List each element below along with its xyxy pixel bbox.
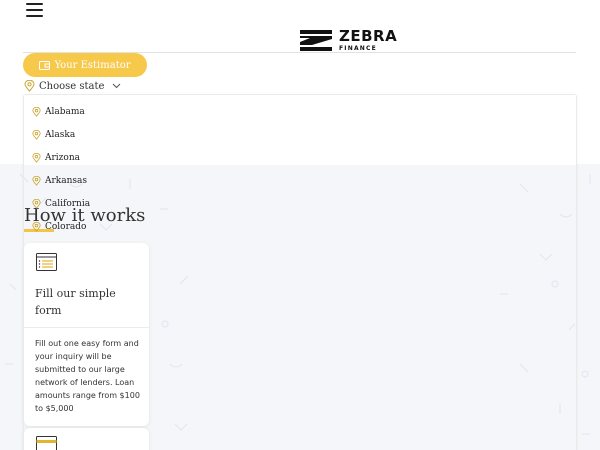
state-option-label: Colorado: [45, 222, 87, 232]
location-pin-icon: [32, 176, 41, 186]
state-option-alaska[interactable]: Alaska: [32, 127, 75, 143]
state-option-label: Alaska: [45, 130, 76, 140]
state-option-california[interactable]: California: [32, 196, 90, 212]
zebra-logo-mark-icon: [300, 30, 332, 51]
state-option-label: Alabama: [45, 107, 85, 117]
state-dropdown: [23, 94, 577, 450]
hamburger-menu-icon[interactable]: [26, 3, 43, 17]
state-option-arkansas[interactable]: Arkansas: [32, 173, 87, 189]
choose-state-label: Choose state: [39, 80, 105, 92]
state-option-alabama[interactable]: Alabama: [32, 104, 85, 120]
location-pin-icon: [32, 153, 41, 163]
chevron-down-icon: [113, 83, 121, 89]
choose-state-select[interactable]: Choose state: [24, 79, 121, 93]
state-option-arizona[interactable]: Arizona: [32, 150, 80, 166]
your-estimator-button[interactable]: Your Estimator: [23, 53, 147, 77]
state-option-label: Arkansas: [45, 176, 88, 186]
state-option-label: Arizona: [45, 153, 81, 163]
state-option-colorado[interactable]: Colorado: [32, 219, 86, 235]
location-pin-icon: [24, 80, 35, 92]
state-option-label: California: [45, 199, 91, 209]
estimator-label: Your Estimator: [54, 59, 131, 71]
location-pin-icon: [32, 222, 41, 232]
logo-name: ZEBRA: [339, 27, 398, 45]
location-pin-icon: [32, 130, 41, 140]
location-pin-icon: [32, 107, 41, 117]
zebra-finance-logo[interactable]: ZEBRA FINANCE: [300, 29, 397, 52]
wallet-icon: [39, 61, 51, 70]
location-pin-icon: [32, 199, 41, 209]
